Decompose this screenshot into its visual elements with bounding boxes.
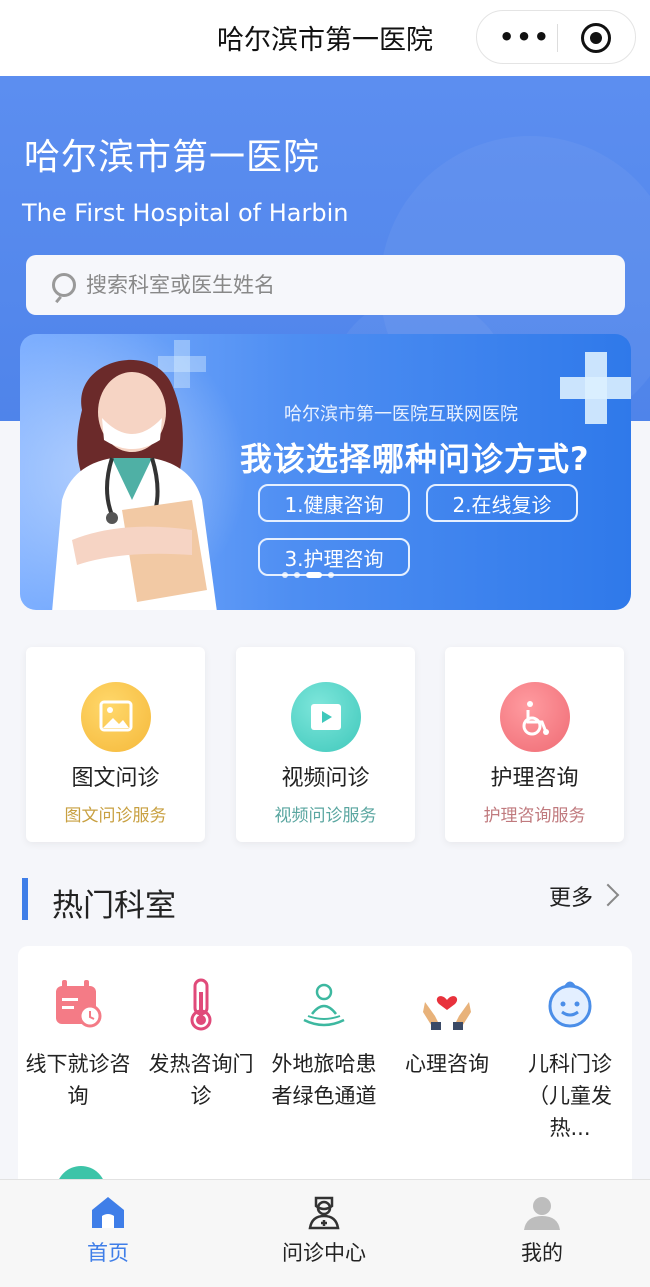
carousel-dot <box>294 572 300 578</box>
option-nursing-consult[interactable]: 3.护理咨询 <box>258 538 410 576</box>
bottom-tabbar: 首页 问诊中心 我的 <box>0 1179 650 1287</box>
search-bar[interactable] <box>26 255 625 315</box>
video-icon <box>291 682 361 752</box>
thermometer-icon <box>190 978 212 1031</box>
service-title: 图文问诊 <box>71 766 160 791</box>
dept-label: 发热咨询门诊 <box>148 1052 254 1108</box>
mini-program-topbar: 哈尔滨市第一医院 ••• <box>0 0 650 76</box>
banner-headline: 我该选择哪种问诊方式? <box>240 440 590 478</box>
tab-consult-center[interactable]: 问诊中心 <box>216 1180 432 1287</box>
target-icon[interactable] <box>581 23 611 53</box>
hospital-name-en: The First Hospital of Harbin <box>22 199 349 227</box>
tab-mine[interactable]: 我的 <box>434 1180 650 1287</box>
search-input[interactable] <box>86 255 606 315</box>
search-icon <box>52 273 76 297</box>
section-accent-bar <box>22 878 28 920</box>
option-health-consult[interactable]: 1.健康咨询 <box>258 484 410 522</box>
doctor-illustration <box>52 359 217 610</box>
baby-face-icon <box>548 981 592 1028</box>
calendar-icon <box>56 980 102 1028</box>
heart-hands-icon <box>423 996 471 1030</box>
doctor-icon <box>308 1196 340 1230</box>
dept-label: 儿科门诊（儿童发热... <box>528 1052 612 1140</box>
dept-psych-consult[interactable]: 心理咨询 <box>387 976 507 1080</box>
dept-label: 心理咨询 <box>405 1052 489 1076</box>
service-card-nursing[interactable]: 护理咨询 护理咨询服务 <box>445 647 624 842</box>
service-subtitle: 视频问诊服务 <box>274 806 377 826</box>
banner-subtitle: 哈尔滨市第一医院互联网医院 <box>284 404 518 425</box>
tab-label: 问诊中心 <box>282 1241 366 1265</box>
patient-care-icon <box>303 983 345 1027</box>
service-title: 视频问诊 <box>281 766 370 791</box>
service-subtitle: 护理咨询服务 <box>483 806 586 826</box>
user-icon <box>524 1197 560 1230</box>
promo-banner[interactable]: 哈尔滨市第一医院互联网医院 我该选择哪种问诊方式? 1.健康咨询 2.在线复诊 … <box>20 334 631 610</box>
wheelchair-icon <box>500 682 570 752</box>
dept-label: 外地旅哈患者绿色通道 <box>271 1052 377 1108</box>
service-card-video[interactable]: 视频问诊 视频问诊服务 <box>236 647 415 842</box>
capsule-menu: ••• <box>476 10 636 64</box>
image-icon <box>81 682 151 752</box>
service-title: 护理咨询 <box>490 766 579 791</box>
home-icon <box>92 1197 124 1228</box>
service-subtitle: 图文问诊服务 <box>64 806 167 826</box>
carousel-dot-active <box>306 572 322 578</box>
ellipsis-icon[interactable]: ••• <box>499 23 551 51</box>
option-online-revisit[interactable]: 2.在线复诊 <box>426 484 578 522</box>
carousel-dot <box>328 572 334 578</box>
dept-green-channel[interactable]: 外地旅哈患者绿色通道 <box>264 976 384 1112</box>
section-title: 热门科室 <box>52 888 176 924</box>
dept-pediatrics[interactable]: 儿科门诊（儿童发热... <box>510 976 630 1144</box>
carousel-indicator <box>282 572 334 578</box>
more-link[interactable]: 更多 <box>549 880 593 912</box>
departments-panel: 线下就诊咨询 发热咨询门诊 外地旅哈患者绿色通道 心理咨询 儿科门诊（儿童发热.… <box>18 946 632 1206</box>
service-card-image-text[interactable]: 图文问诊 图文问诊服务 <box>26 647 205 842</box>
tab-label: 我的 <box>521 1241 563 1265</box>
tab-home[interactable]: 首页 <box>0 1180 216 1287</box>
dept-fever-clinic[interactable]: 发热咨询门诊 <box>141 976 261 1112</box>
chevron-right-icon[interactable] <box>596 883 620 907</box>
carousel-dot <box>282 572 288 578</box>
tab-label: 首页 <box>87 1241 129 1265</box>
capsule-divider <box>557 24 558 52</box>
hospital-name-cn: 哈尔滨市第一医院 <box>24 137 321 178</box>
dept-offline-consult[interactable]: 线下就诊咨询 <box>18 976 138 1112</box>
dept-label: 线下就诊咨询 <box>25 1052 131 1108</box>
